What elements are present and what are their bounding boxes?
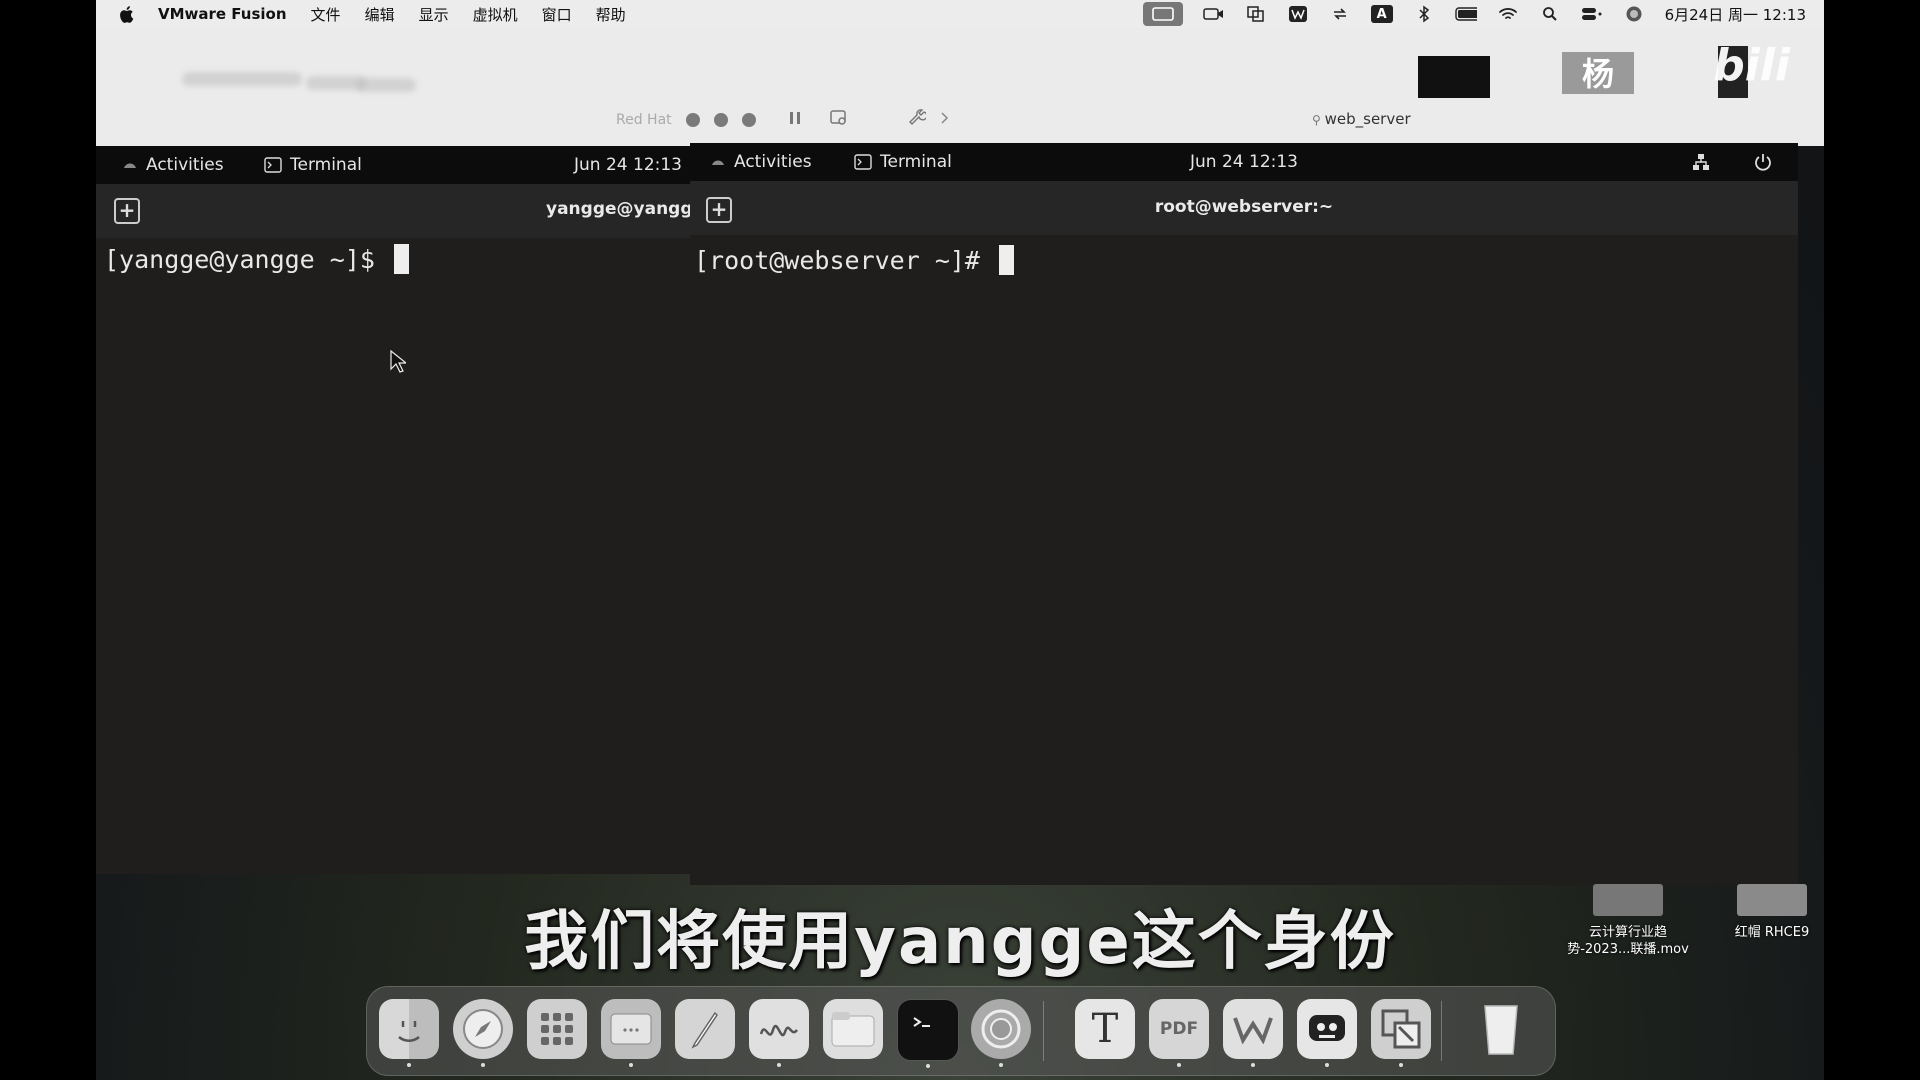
video-thumbnail: 杨 <box>1562 52 1634 94</box>
shell-prompt: [root@webserver ~]# <box>694 245 1015 275</box>
wps-status-icon[interactable] <box>1287 6 1309 22</box>
terminal-body[interactable]: [yangge@yangge ~]$ <box>96 238 690 874</box>
files-icon[interactable] <box>823 999 883 1059</box>
left-vm-screen: Activities Terminal Jun 24 12:13 + yangg… <box>96 146 711 874</box>
terminal-app-menu[interactable]: Terminal <box>854 143 952 181</box>
vmware-fusion-icon[interactable] <box>1371 999 1431 1067</box>
menu-window[interactable]: 窗口 <box>542 4 572 25</box>
control-center-icon[interactable] <box>1581 6 1603 22</box>
screen-mirror-icon[interactable] <box>1142 2 1183 26</box>
gnome-topbar: Activities Terminal Jun 24 12:13 <box>96 146 690 184</box>
topbar-clock[interactable]: Jun 24 12:13 <box>1190 143 1298 181</box>
snapshot-icon[interactable] <box>829 110 848 130</box>
typora-icon[interactable]: T <box>1075 999 1135 1059</box>
app-name[interactable]: VMware Fusion <box>158 5 287 23</box>
topbar-clock[interactable]: Jun 24 12:13 <box>574 146 682 184</box>
prompt-text: [root@webserver ~]# <box>694 246 996 275</box>
menu-vm[interactable]: 虚拟机 <box>473 4 518 25</box>
vm-toolbar: Red Hat <box>616 106 950 134</box>
prompt-text: [yangge@yangge ~]$ <box>104 245 390 274</box>
activities-label: Activities <box>734 152 812 172</box>
wps-icon[interactable] <box>1223 999 1283 1067</box>
pdf-label: PDF <box>1159 1019 1199 1039</box>
terminal-app-menu[interactable]: Terminal <box>264 146 362 184</box>
vmware-toolbar-area: 杨 <box>96 28 1824 146</box>
left-vm-tab-label[interactable]: Red Hat <box>616 112 672 128</box>
terminal-icon <box>264 157 282 173</box>
menu-view[interactable]: 显示 <box>419 4 449 25</box>
chatbot-icon[interactable] <box>1297 999 1357 1067</box>
terminal-icon <box>854 154 872 170</box>
pencil-icon[interactable] <box>675 999 735 1059</box>
camera-icon[interactable] <box>1202 6 1225 22</box>
mouse-pointer-icon <box>390 350 406 373</box>
battery-icon[interactable] <box>1454 6 1477 22</box>
power-icon[interactable] <box>1754 143 1772 181</box>
menu-edit[interactable]: 编辑 <box>365 4 395 25</box>
terminal-app-label: Terminal <box>880 152 952 172</box>
safari-icon[interactable] <box>453 999 513 1067</box>
finder-icon[interactable] <box>379 999 439 1067</box>
right-vm-screen: Activities Terminal Jun 24 12:13 + root@… <box>690 143 1798 885</box>
terminal-title: root@webserver:~ <box>1154 197 1334 217</box>
launchpad-icon[interactable] <box>527 999 587 1059</box>
activities-button[interactable]: Activities <box>122 146 224 184</box>
search-icon[interactable] <box>1539 6 1561 22</box>
vmware-status-icon[interactable] <box>1245 6 1267 22</box>
apple-icon[interactable] <box>116 5 136 24</box>
close-window-dot[interactable] <box>685 113 700 127</box>
trash-icon[interactable] <box>1471 999 1531 1059</box>
video-thumbnail <box>1418 56 1490 98</box>
terminal-headerbar: + yangge@yangge: <box>96 184 711 238</box>
bluetooth-icon[interactable] <box>1413 5 1435 23</box>
blurred-text <box>356 78 416 92</box>
new-tab-icon[interactable]: + <box>114 198 140 224</box>
blurred-text <box>182 72 302 86</box>
pause-icon[interactable] <box>788 111 802 129</box>
menubar-clock[interactable]: 6月24日 周一 12:13 <box>1665 4 1806 25</box>
network-icon[interactable] <box>1692 143 1710 181</box>
terminal-app-label: Terminal <box>290 155 362 175</box>
video-subtitle: 我们将使用yangge这个身份 <box>524 905 1396 979</box>
input-method-icon[interactable]: A <box>1370 5 1393 23</box>
terminal-title: yangge@yangge: <box>546 199 711 219</box>
menu-file[interactable]: 文件 <box>311 4 341 25</box>
sync-icon[interactable] <box>1329 6 1351 22</box>
freeform-icon[interactable] <box>749 999 809 1067</box>
activities-button[interactable]: Activities <box>710 143 812 181</box>
text-cursor <box>999 245 1015 275</box>
minimize-window-dot[interactable] <box>713 113 728 127</box>
vmware-window-icon[interactable] <box>601 999 661 1067</box>
redhat-icon <box>124 163 136 168</box>
mac-dock: T PDF <box>366 986 1556 1076</box>
wifi-icon[interactable] <box>1497 6 1519 22</box>
terminal-dock-icon[interactable] <box>897 999 959 1068</box>
mac-menubar: VMware Fusion 文件 编辑 显示 虚拟机 窗口 帮助 A 6月24日… <box>96 0 1824 28</box>
shell-prompt: [yangge@yangge ~]$ <box>104 244 409 274</box>
siri-icon[interactable] <box>1623 6 1645 22</box>
settings-wrench-icon[interactable] <box>908 109 928 131</box>
activities-label: Activities <box>146 155 224 175</box>
vm-title-text: web_server <box>1324 110 1411 128</box>
terminal-body[interactable]: [root@webserver ~]# <box>690 235 1798 885</box>
dock-separator <box>1441 1001 1442 1061</box>
pdf-expert-icon[interactable]: PDF <box>1149 999 1209 1067</box>
status-area: A 6月24日 周一 12:13 <box>1142 0 1806 28</box>
gnome-topbar: Activities Terminal Jun 24 12:13 <box>690 143 1798 181</box>
dock-separator <box>1043 1001 1044 1061</box>
redhat-icon <box>712 160 724 165</box>
text-cursor <box>393 244 409 274</box>
vm-window-title: ⚲ web_server <box>1312 110 1411 128</box>
terminal-headerbar: + root@webserver:~ <box>690 181 1798 235</box>
chevron-right-icon[interactable] <box>940 111 950 129</box>
vm-lock-icon: ⚲ <box>1312 113 1325 127</box>
zoom-window-dot[interactable] <box>741 113 756 127</box>
screen-recorder-icon[interactable] <box>971 999 1031 1067</box>
menu-help[interactable]: 帮助 <box>596 4 626 25</box>
bilibili-watermark: bili <box>1713 40 1790 91</box>
